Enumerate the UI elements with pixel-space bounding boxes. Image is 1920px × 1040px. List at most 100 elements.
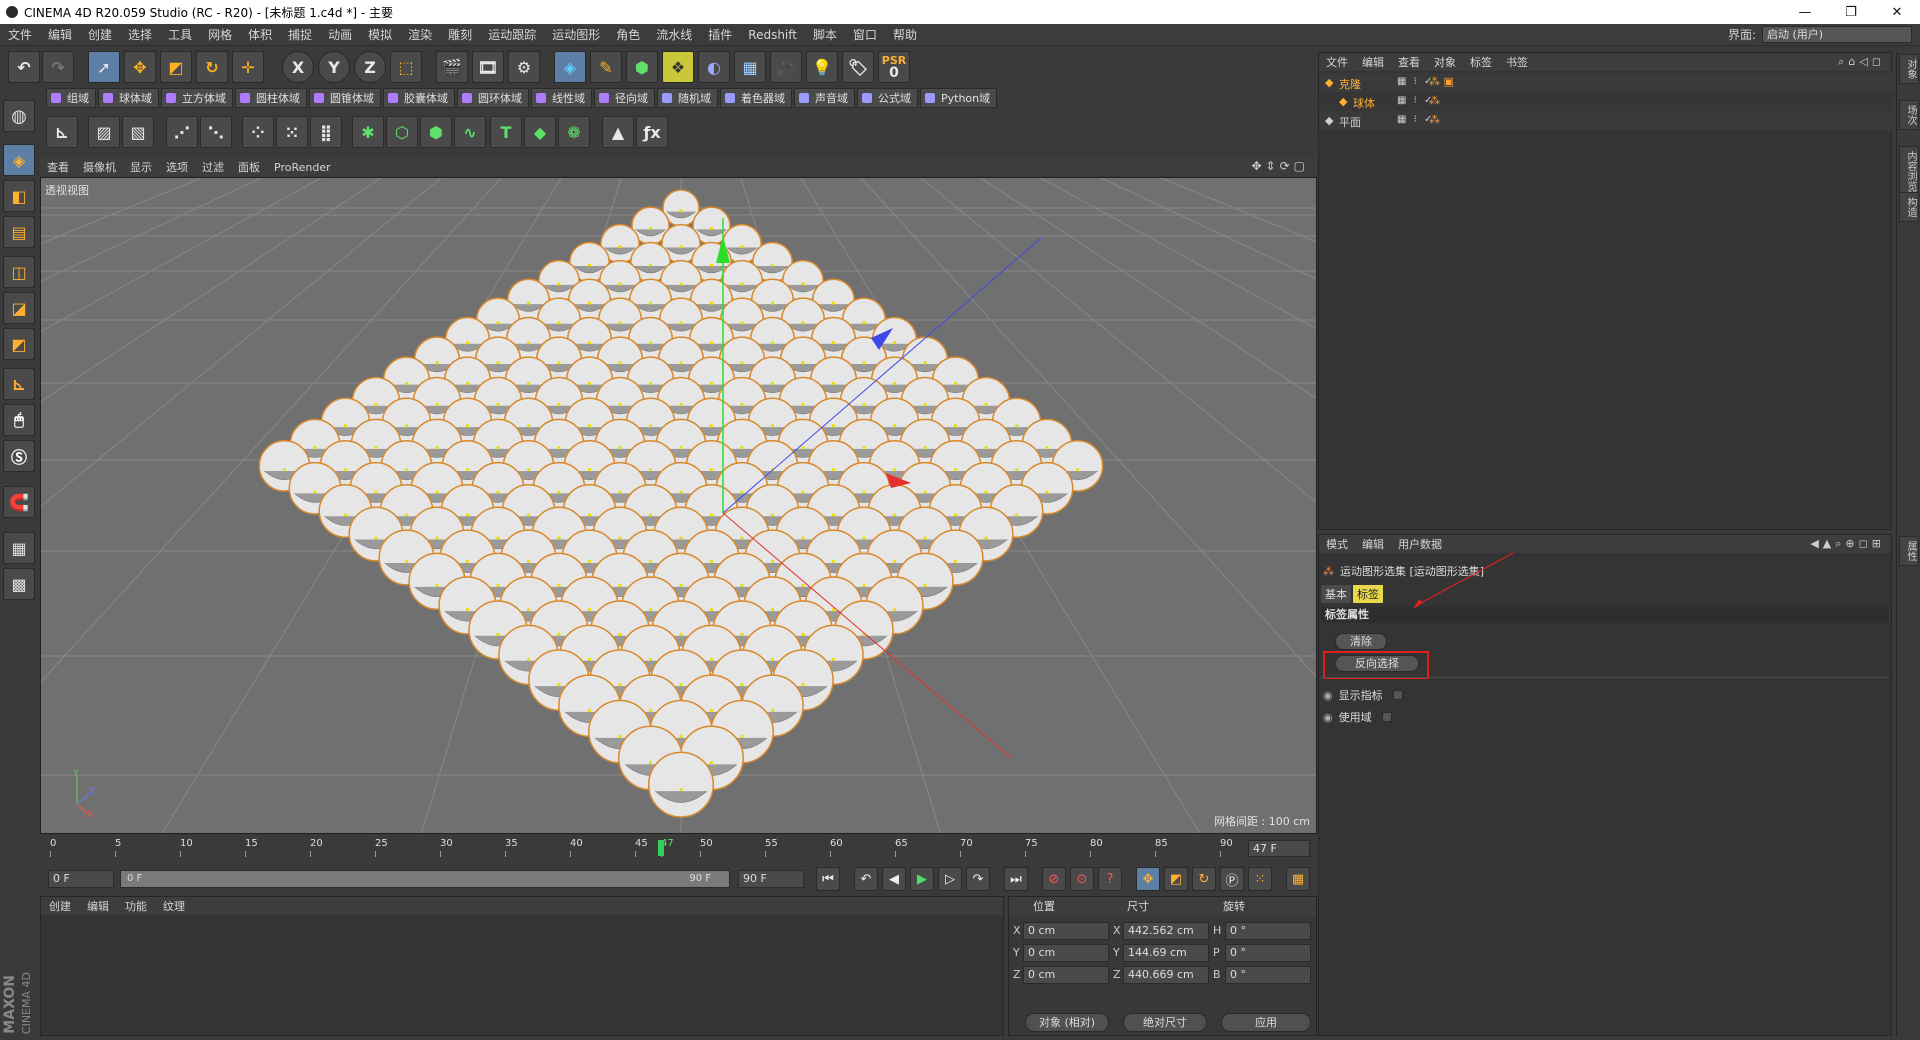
apply-button[interactable]: 应用 bbox=[1221, 1013, 1311, 1032]
redo-icon[interactable]: ↷ bbox=[42, 51, 74, 83]
go-to-start-icon[interactable]: ⏮ bbox=[816, 867, 840, 891]
subdivision-icon[interactable]: ⬢ bbox=[626, 51, 658, 83]
right-tab-1[interactable]: 场次 bbox=[1899, 100, 1919, 130]
menu-character[interactable]: 角色 bbox=[608, 26, 648, 43]
object-name[interactable]: 球体 bbox=[1353, 95, 1375, 111]
record-active-icon[interactable]: ⊘ bbox=[1042, 867, 1066, 891]
viewport-menu-filter[interactable]: 过滤 bbox=[195, 159, 231, 175]
edit-render-settings-icon[interactable]: ⚙ bbox=[508, 51, 540, 83]
rotate-icon[interactable]: ↻ bbox=[196, 51, 228, 83]
key-scale-icon[interactable]: ◩ bbox=[1164, 867, 1188, 891]
layout-dropdown[interactable]: 启动 (用户) bbox=[1762, 26, 1912, 43]
snap-lock-icon[interactable]: ▩ bbox=[3, 568, 35, 600]
material-menu-function[interactable]: 功能 bbox=[117, 898, 155, 914]
camera-icon[interactable]: 🎥 bbox=[770, 51, 802, 83]
right-tab-attributes[interactable]: 属性 bbox=[1899, 536, 1919, 566]
sweep-icon[interactable]: ❁ bbox=[558, 116, 590, 148]
polygons-icon[interactable]: ◩ bbox=[3, 328, 35, 360]
cloned-spheres[interactable] bbox=[258, 189, 1104, 818]
viewport-menu-view[interactable]: 查看 bbox=[40, 159, 76, 175]
viewport-menu-prorender[interactable]: ProRender bbox=[267, 161, 338, 174]
menu-volume[interactable]: 体积 bbox=[240, 26, 280, 43]
text-icon[interactable]: T bbox=[490, 116, 522, 148]
invert-selection-button[interactable]: 反向选择 bbox=[1335, 655, 1419, 672]
field-item-12[interactable]: 公式域 bbox=[857, 88, 918, 108]
menu-help[interactable]: 帮助 bbox=[885, 26, 925, 43]
viewport-menu-display[interactable]: 显示 bbox=[123, 159, 159, 175]
key-pla-icon[interactable]: ⁙ bbox=[1248, 867, 1272, 891]
objmenu-file[interactable]: 文件 bbox=[1319, 54, 1355, 70]
autokey-icon[interactable]: ⊙ bbox=[1070, 867, 1094, 891]
field-item-6[interactable]: 圆环体域 bbox=[457, 88, 529, 108]
menu-snap[interactable]: 捕捉 bbox=[280, 26, 320, 43]
magnet-icon[interactable]: 🧲 bbox=[3, 486, 35, 518]
objmenu-objects[interactable]: 对象 bbox=[1427, 54, 1463, 70]
previous-key-icon[interactable]: ↶ bbox=[854, 867, 878, 891]
tab-basic[interactable]: 基本 bbox=[1321, 585, 1351, 603]
enable-axis-icon[interactable]: ⊾ bbox=[3, 368, 35, 400]
menu-animate[interactable]: 动画 bbox=[320, 26, 360, 43]
menu-pipeline[interactable]: 流水线 bbox=[648, 26, 700, 43]
play-icon[interactable]: ▶ bbox=[910, 867, 934, 891]
size-field[interactable]: 442.562 cm bbox=[1123, 922, 1209, 940]
attrmenu-mode[interactable]: 模式 bbox=[1319, 536, 1355, 552]
minimize-button[interactable]: — bbox=[1782, 0, 1828, 24]
menu-window[interactable]: 窗口 bbox=[845, 26, 885, 43]
x-axis-icon[interactable]: X bbox=[282, 51, 314, 83]
viewport-scene[interactable] bbox=[41, 178, 1317, 834]
axis-tool-icon[interactable]: ⊾ bbox=[46, 116, 78, 148]
menu-edit[interactable]: 编辑 bbox=[40, 26, 80, 43]
points-icon[interactable]: ◫ bbox=[3, 256, 35, 288]
edges-mode-icon[interactable]: ⁙ bbox=[276, 116, 308, 148]
menu-mograph[interactable]: 运动图形 bbox=[544, 26, 608, 43]
object-row[interactable]: ◆ 克隆 ▦ ⁝ ✓ ⁂ ▣ bbox=[1319, 73, 1893, 92]
texture-mode-icon[interactable]: ⬡ bbox=[386, 116, 418, 148]
viewport-menu-camera[interactable]: 摄像机 bbox=[76, 159, 123, 175]
move-icon[interactable]: ✥ bbox=[124, 51, 156, 83]
cube-icon[interactable]: ◈ bbox=[554, 51, 586, 83]
deformer-icon[interactable]: ◐ bbox=[698, 51, 730, 83]
rotation-field[interactable]: 0 ° bbox=[1225, 922, 1311, 940]
light-icon[interactable]: 💡 bbox=[806, 51, 838, 83]
menu-tools[interactable]: 工具 bbox=[160, 26, 200, 43]
edges-icon[interactable]: ◪ bbox=[3, 292, 35, 324]
material-menu-edit[interactable]: 编辑 bbox=[79, 898, 117, 914]
object-name[interactable]: 克隆 bbox=[1339, 76, 1361, 92]
uv-mode-icon[interactable]: ✱ bbox=[352, 116, 384, 148]
frame-range-slider[interactable]: 0 F 90 F bbox=[120, 870, 730, 888]
y-axis-icon[interactable]: Y bbox=[318, 51, 350, 83]
attrmenu-nav-icons[interactable]: ◀▲⌕⊕◻⊞ bbox=[1810, 537, 1885, 551]
right-tab-3[interactable]: 构造 bbox=[1899, 192, 1919, 222]
recent-tools-icon[interactable]: ✛ bbox=[232, 51, 264, 83]
render-picture-viewer-icon[interactable]: 🎞 bbox=[472, 51, 504, 83]
object-name[interactable]: 平面 bbox=[1339, 114, 1361, 130]
objmenu-tags[interactable]: 标签 bbox=[1463, 54, 1499, 70]
menu-simulate[interactable]: 模拟 bbox=[360, 26, 400, 43]
xpresso-icon[interactable]: ƒx bbox=[636, 116, 668, 148]
psr-icon[interactable]: PSR 0 bbox=[878, 51, 910, 83]
objmenu-edit[interactable]: 编辑 bbox=[1355, 54, 1391, 70]
field-item-0[interactable]: 组域 bbox=[46, 88, 96, 108]
workplane-icon[interactable]: ▨ bbox=[88, 116, 120, 148]
viewport-nav-icons[interactable]: ✥⇕⟳▢ bbox=[1251, 159, 1309, 173]
option-checkbox[interactable] bbox=[1392, 690, 1403, 700]
globe-icon[interactable]: ◍ bbox=[3, 100, 35, 132]
field-item-5[interactable]: 胶囊体域 bbox=[383, 88, 455, 108]
object-row[interactable]: ◆ 平面 ▦ ⁝ ✓ ⁂ bbox=[1319, 111, 1893, 130]
field-item-11[interactable]: 声音域 bbox=[794, 88, 855, 108]
menu-mesh[interactable]: 网格 bbox=[200, 26, 240, 43]
key-position-icon[interactable]: ✥ bbox=[1136, 867, 1160, 891]
pen-icon[interactable]: ✎ bbox=[590, 51, 622, 83]
make-editable-icon[interactable]: ◈ bbox=[3, 144, 35, 176]
model-icon[interactable]: ◧ bbox=[3, 180, 35, 212]
menu-sculpt[interactable]: 雕刻 bbox=[440, 26, 480, 43]
soft-selection-icon[interactable]: Ⓢ bbox=[3, 440, 35, 472]
texture-icon[interactable]: ▤ bbox=[3, 216, 35, 248]
size-field[interactable]: 440.669 cm bbox=[1123, 966, 1209, 984]
size-mode-dropdown[interactable]: 绝对尺寸 bbox=[1123, 1013, 1207, 1032]
floor-icon[interactable]: ▦ bbox=[734, 51, 766, 83]
position-field[interactable]: 0 cm bbox=[1023, 966, 1109, 984]
field-item-4[interactable]: 圆锥体域 bbox=[309, 88, 381, 108]
object-tags-icon[interactable]: ⁂ bbox=[1429, 94, 1440, 107]
spline-icon[interactable]: ∿ bbox=[454, 116, 486, 148]
